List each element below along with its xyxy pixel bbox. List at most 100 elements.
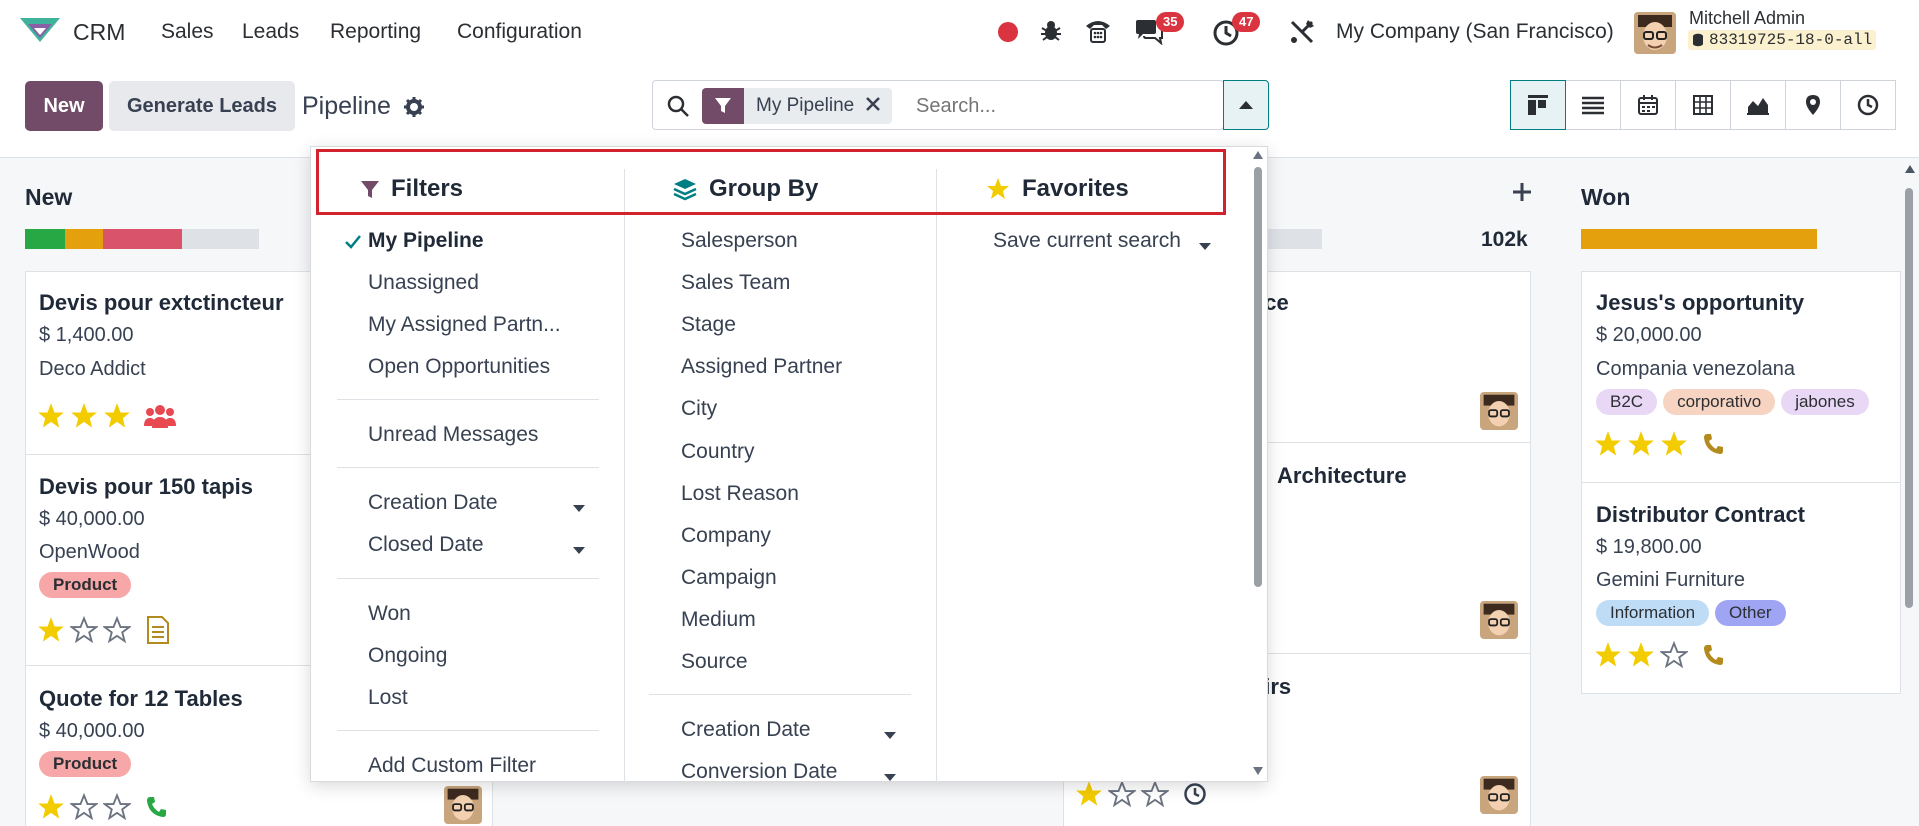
star-filled-icon[interactable] [103, 402, 131, 430]
filter-ongoing[interactable]: Ongoing [368, 644, 447, 668]
new-button[interactable]: New [25, 81, 103, 131]
groupby-company[interactable]: Company [681, 524, 771, 548]
filter-unassigned[interactable]: Unassigned [368, 271, 479, 295]
phone-call-icon[interactable] [1702, 643, 1726, 667]
caret-down-icon[interactable] [573, 541, 585, 559]
kanban-card[interactable]: Jesus's opportunity $ 20,000.00 Compania… [1581, 271, 1901, 483]
groupby-country[interactable]: Country [681, 440, 755, 464]
activity-view-button[interactable] [1840, 80, 1896, 130]
calendar-view-button[interactable] [1620, 80, 1676, 130]
groupby-lost-reason[interactable]: Lost Reason [681, 482, 799, 506]
search-input[interactable] [916, 92, 1216, 120]
groupby-city[interactable]: City [681, 397, 717, 421]
filter-my-pipeline[interactable]: My Pipeline [368, 229, 484, 253]
star-filled-icon[interactable] [37, 616, 65, 644]
dropdown-scrollbar[interactable] [1251, 147, 1265, 783]
star-empty-icon[interactable] [1141, 780, 1169, 808]
groupby-sales-team[interactable]: Sales Team [681, 271, 790, 295]
star-empty-icon[interactable] [1660, 641, 1688, 669]
groupby-stage[interactable]: Stage [681, 313, 736, 337]
star-empty-icon[interactable] [1108, 780, 1136, 808]
filter-lost[interactable]: Lost [368, 686, 408, 710]
filter-closed-date[interactable]: Closed Date [368, 533, 484, 557]
column-title-won[interactable]: Won [1581, 184, 1630, 211]
caret-down-icon[interactable] [573, 499, 585, 517]
phone-call-icon[interactable] [145, 795, 169, 819]
graph-view-button[interactable] [1730, 80, 1786, 130]
kanban-card[interactable]: Distributor Contract $ 19,800.00 Gemini … [1581, 482, 1901, 694]
star-filled-icon[interactable] [37, 402, 65, 430]
groupby-source[interactable]: Source [681, 650, 748, 674]
groupby-creation-date[interactable]: Creation Date [681, 718, 811, 742]
groupby-assigned-partner[interactable]: Assigned Partner [681, 355, 842, 379]
star-filled-icon[interactable] [1594, 641, 1622, 669]
user-name[interactable]: Mitchell Admin [1689, 8, 1805, 29]
app-name[interactable]: CRM [73, 19, 125, 46]
priority-stars[interactable] [37, 793, 169, 821]
priority-stars[interactable] [1075, 780, 1207, 808]
phone-call-icon[interactable] [1702, 432, 1726, 456]
column-progress-won[interactable] [1581, 229, 1817, 249]
save-current-search[interactable]: Save current search [993, 229, 1181, 253]
document-icon[interactable] [145, 615, 171, 645]
filter-my-assigned-partners[interactable]: My Assigned Partn... [368, 313, 561, 337]
priority-stars[interactable] [37, 402, 177, 430]
kanban-view-button[interactable] [1510, 80, 1566, 130]
salesperson-avatar[interactable] [444, 786, 482, 824]
user-avatar[interactable] [1634, 12, 1676, 54]
star-empty-icon[interactable] [70, 616, 98, 644]
groupby-campaign[interactable]: Campaign [681, 566, 777, 590]
crm-logo-icon[interactable] [20, 18, 60, 48]
scroll-down-arrow-icon[interactable] [1253, 767, 1263, 775]
add-card-plus-icon[interactable] [1512, 182, 1532, 207]
phone-icon[interactable] [1084, 18, 1112, 49]
star-filled-icon[interactable] [37, 793, 65, 821]
search-options-toggle[interactable] [1223, 80, 1269, 130]
star-filled-icon[interactable] [70, 402, 98, 430]
add-custom-filter[interactable]: Add Custom Filter [368, 754, 536, 778]
menu-reporting[interactable]: Reporting [330, 20, 421, 44]
menu-configuration[interactable]: Configuration [457, 20, 582, 44]
search-icon[interactable] [666, 94, 690, 123]
gear-icon[interactable] [404, 97, 424, 122]
star-filled-icon[interactable] [1627, 430, 1655, 458]
page-scrollbar[interactable] [1905, 160, 1915, 826]
priority-stars[interactable] [1594, 430, 1726, 458]
priority-stars[interactable] [37, 615, 171, 645]
generate-leads-button[interactable]: Generate Leads [109, 81, 295, 131]
filter-open-opportunities[interactable]: Open Opportunities [368, 355, 550, 379]
salesperson-avatar[interactable] [1480, 776, 1518, 814]
salesperson-avatar[interactable] [1480, 601, 1518, 639]
column-title-new[interactable]: New [25, 184, 72, 211]
bug-icon[interactable] [1039, 19, 1063, 48]
pivot-view-button[interactable] [1675, 80, 1731, 130]
caret-down-icon[interactable] [884, 726, 896, 744]
caret-down-icon[interactable] [1199, 237, 1211, 255]
groupby-medium[interactable]: Medium [681, 608, 756, 632]
column-progress-new[interactable] [25, 229, 259, 249]
star-empty-icon[interactable] [103, 616, 131, 644]
facet-remove-icon[interactable] [866, 96, 892, 116]
scroll-up-arrow-icon[interactable] [1905, 165, 1915, 173]
star-filled-icon[interactable] [1594, 430, 1622, 458]
filter-creation-date[interactable]: Creation Date [368, 491, 498, 515]
filter-unread-messages[interactable]: Unread Messages [368, 423, 538, 447]
menu-sales[interactable]: Sales [161, 20, 214, 44]
scrollbar-thumb[interactable] [1254, 167, 1262, 587]
company-switcher[interactable]: My Company (San Francisco) [1336, 20, 1614, 44]
users-icon[interactable] [143, 402, 177, 430]
filter-won[interactable]: Won [368, 602, 411, 626]
record-icon[interactable] [998, 22, 1018, 47]
tools-icon[interactable] [1288, 18, 1316, 51]
priority-stars[interactable] [1594, 641, 1726, 669]
activity-clock-icon[interactable] [1183, 782, 1207, 806]
caret-down-icon[interactable] [884, 768, 896, 786]
star-filled-icon[interactable] [1075, 780, 1103, 808]
column-progress-mid[interactable] [1262, 229, 1322, 249]
star-filled-icon[interactable] [1627, 641, 1655, 669]
list-view-button[interactable] [1565, 80, 1621, 130]
map-view-button[interactable] [1785, 80, 1841, 130]
groupby-salesperson[interactable]: Salesperson [681, 229, 798, 253]
groupby-conversion-date[interactable]: Conversion Date [681, 760, 837, 784]
star-filled-icon[interactable] [1660, 430, 1688, 458]
